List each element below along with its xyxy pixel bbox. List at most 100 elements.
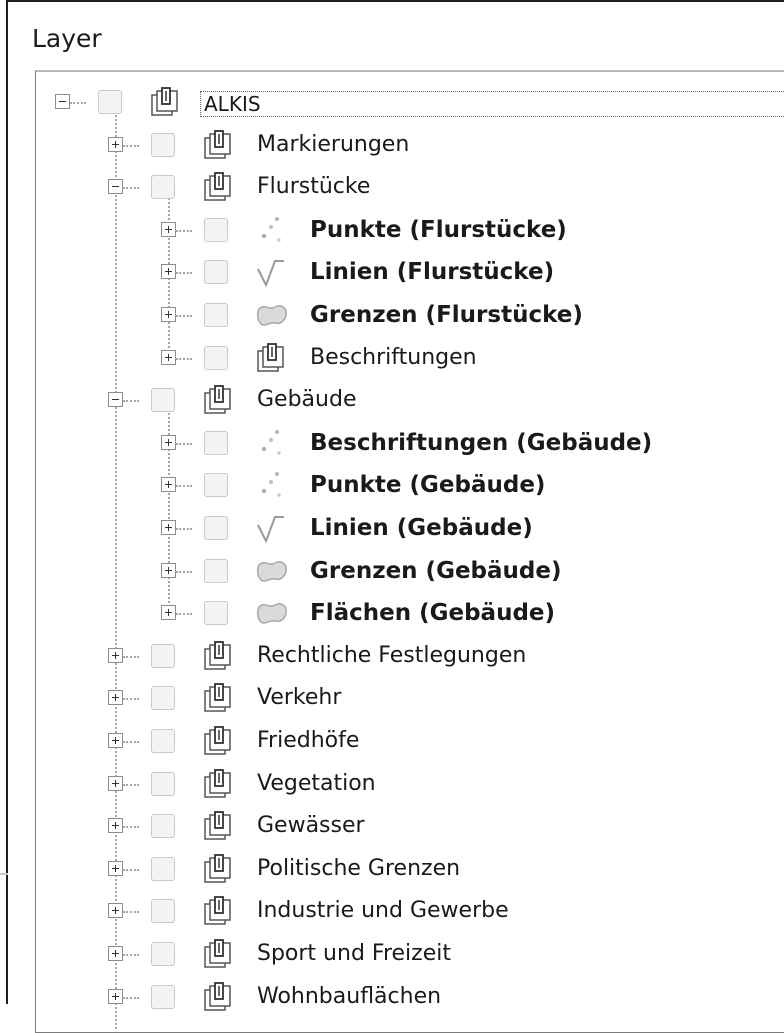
tree-item[interactable]: Sport und Freizeit bbox=[36, 934, 784, 976]
expand-icon[interactable] bbox=[161, 477, 176, 493]
tree-item[interactable]: ALKIS bbox=[36, 82, 784, 124]
visibility-checkbox[interactable] bbox=[98, 90, 122, 114]
visibility-checkbox[interactable] bbox=[151, 729, 175, 753]
tree-connector-line bbox=[123, 954, 139, 956]
visibility-checkbox[interactable] bbox=[151, 984, 175, 1009]
tree-connector-line bbox=[70, 102, 86, 104]
tree-item-label: ALKIS bbox=[200, 91, 784, 117]
window-frame-left bbox=[6, 0, 8, 1004]
tree-item[interactable]: Flächen (Gebäude) bbox=[36, 593, 784, 635]
tree-item[interactable]: Friedhöfe bbox=[36, 721, 784, 763]
visibility-checkbox[interactable] bbox=[151, 643, 175, 668]
tree-item[interactable]: Linien (Flurstücke) bbox=[36, 252, 784, 294]
visibility-checkbox[interactable] bbox=[151, 856, 175, 881]
tree-item[interactable]: Wohnbauflächen bbox=[36, 977, 784, 1019]
tree-item[interactable]: Beschriftungen bbox=[36, 338, 784, 380]
expand-icon[interactable] bbox=[108, 136, 123, 152]
visibility-checkbox[interactable] bbox=[204, 260, 228, 285]
tree-item[interactable]: Rechtliche Festlegungen bbox=[36, 636, 784, 678]
tree-item[interactable]: Grenzen (Flurstücke) bbox=[36, 295, 784, 337]
visibility-checkbox[interactable] bbox=[151, 771, 175, 796]
tree-connector-line bbox=[176, 528, 192, 530]
collapse-icon[interactable] bbox=[55, 94, 70, 109]
tree-item[interactable]: Politische Grenzen bbox=[36, 849, 784, 891]
expand-icon[interactable] bbox=[108, 988, 123, 1004]
expand-icon[interactable] bbox=[108, 818, 123, 834]
visibility-checkbox[interactable] bbox=[151, 899, 175, 924]
polygon-layer-icon bbox=[255, 555, 289, 587]
visibility-checkbox[interactable] bbox=[151, 175, 175, 200]
point-layer-icon bbox=[255, 427, 289, 459]
expand-icon[interactable] bbox=[161, 307, 176, 322]
tree-connector-line bbox=[176, 485, 192, 488]
visibility-checkbox[interactable] bbox=[151, 942, 175, 966]
tree-connector-line bbox=[123, 911, 139, 914]
visibility-checkbox[interactable] bbox=[204, 345, 228, 370]
tree-item[interactable]: Markierungen bbox=[36, 125, 784, 167]
tree-connector-line bbox=[176, 613, 192, 616]
visibility-checkbox[interactable] bbox=[204, 303, 228, 327]
tree-item-label: Punkte (Flurstücke) bbox=[310, 216, 567, 243]
tree-item[interactable]: Beschriftungen (Gebäude) bbox=[36, 423, 784, 465]
tree-item-label: Gebäude bbox=[257, 387, 357, 413]
visibility-checkbox[interactable] bbox=[151, 388, 175, 413]
expand-icon[interactable] bbox=[108, 690, 123, 706]
expand-icon[interactable] bbox=[108, 647, 123, 663]
tree-connector-line bbox=[123, 996, 139, 999]
visibility-checkbox[interactable] bbox=[204, 516, 228, 540]
visibility-checkbox[interactable] bbox=[151, 686, 175, 711]
tree-item[interactable]: Punkte (Gebäude) bbox=[36, 465, 784, 507]
tree-item-label: Linien (Gebäude) bbox=[310, 515, 533, 541]
tree-item-label: Sport und Freizeit bbox=[257, 941, 451, 966]
group-layer-icon bbox=[202, 768, 236, 800]
group-layer-icon bbox=[202, 384, 236, 416]
collapse-icon[interactable] bbox=[108, 179, 123, 195]
tree-item-label: Grenzen (Gebäude) bbox=[310, 557, 562, 584]
tree-item-label: Gewässer bbox=[257, 813, 365, 839]
expand-icon[interactable] bbox=[161, 264, 176, 280]
visibility-checkbox[interactable] bbox=[204, 217, 228, 242]
tree-item[interactable]: Flurstücke bbox=[36, 167, 784, 209]
tree-item[interactable]: Gewässer bbox=[36, 806, 784, 848]
expand-icon[interactable] bbox=[108, 860, 123, 876]
tree-item[interactable]: Grenzen (Gebäude) bbox=[36, 551, 784, 593]
expand-icon[interactable] bbox=[161, 605, 176, 621]
collapse-icon[interactable] bbox=[108, 392, 123, 408]
expand-icon[interactable] bbox=[161, 221, 176, 237]
tree-item-label: Beschriftungen (Gebäude) bbox=[310, 429, 653, 456]
tree-item[interactable]: Linien (Gebäude) bbox=[36, 508, 784, 550]
tree-connector-line bbox=[123, 741, 139, 743]
tree-connector-line bbox=[123, 826, 139, 829]
group-layer-icon bbox=[202, 810, 236, 842]
expand-icon[interactable] bbox=[108, 903, 123, 919]
tree-item-label: Punkte (Gebäude) bbox=[310, 472, 546, 499]
tree-connector-line bbox=[123, 698, 139, 701]
tree-item[interactable]: Verkehr bbox=[36, 678, 784, 720]
tree-item[interactable]: Gebäude bbox=[36, 380, 784, 422]
visibility-checkbox[interactable] bbox=[204, 473, 228, 498]
tree-item[interactable]: Vegetation bbox=[36, 764, 784, 806]
expand-icon[interactable] bbox=[108, 775, 123, 791]
expand-icon[interactable] bbox=[161, 434, 176, 450]
group-layer-icon bbox=[202, 640, 236, 672]
expand-icon[interactable] bbox=[161, 562, 176, 578]
visibility-checkbox[interactable] bbox=[151, 132, 175, 157]
group-layer-icon bbox=[202, 129, 236, 161]
visibility-checkbox[interactable] bbox=[151, 814, 175, 839]
expand-icon[interactable] bbox=[161, 520, 176, 535]
expand-icon[interactable] bbox=[161, 349, 176, 365]
tree-item[interactable]: Punkte (Flurstücke) bbox=[36, 210, 784, 252]
tree-item-label: Linien (Flurstücke) bbox=[310, 259, 555, 286]
divider bbox=[0, 873, 8, 875]
tree-item[interactable]: Industrie und Gewerbe bbox=[36, 891, 784, 933]
tree-item-label: Wohnbauflächen bbox=[257, 983, 442, 1009]
expand-icon[interactable] bbox=[108, 946, 123, 961]
layer-tree[interactable]: ALKIS Markierungen Flurstücke Punkte (Flurs… bbox=[35, 70, 784, 1033]
visibility-checkbox[interactable] bbox=[204, 430, 228, 455]
group-layer-icon bbox=[202, 853, 236, 885]
tree-connector-line bbox=[123, 868, 139, 871]
visibility-checkbox[interactable] bbox=[204, 558, 228, 583]
expand-icon[interactable] bbox=[108, 733, 123, 748]
visibility-checkbox[interactable] bbox=[204, 601, 228, 626]
tree-connector-line bbox=[176, 570, 192, 573]
